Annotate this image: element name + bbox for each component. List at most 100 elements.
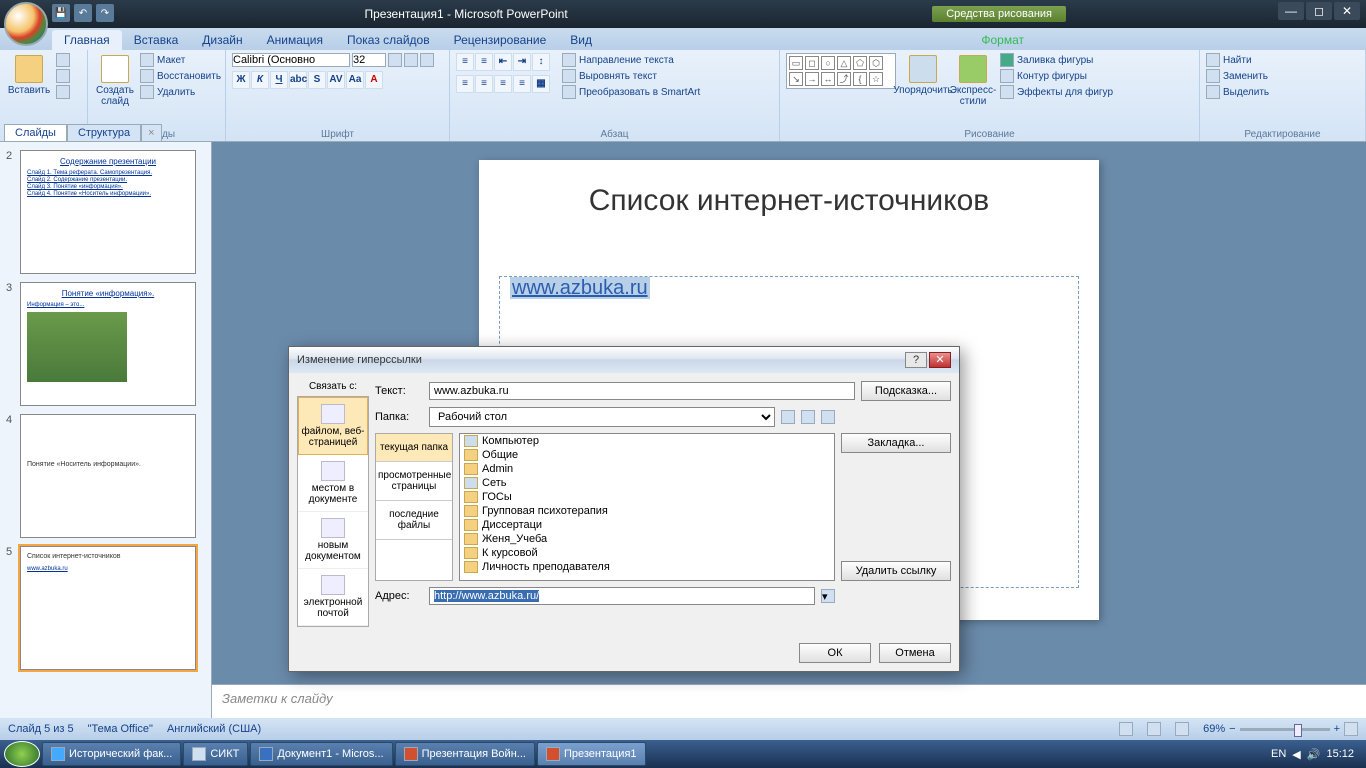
view-normal-icon[interactable] [1119, 722, 1133, 736]
shrink-font-icon[interactable] [404, 53, 418, 67]
align-center-icon[interactable]: ≡ [475, 75, 493, 93]
grow-font-icon[interactable] [388, 53, 402, 67]
shape-fill-button[interactable]: Заливка фигуры [1000, 53, 1113, 67]
outdent-icon[interactable]: ⇤ [494, 53, 512, 71]
office-button[interactable] [4, 2, 48, 46]
thumbnail-3[interactable]: 3 Понятие «информация». Информация – это… [0, 278, 211, 410]
font-name-input[interactable] [232, 53, 350, 67]
link-to-file-web[interactable]: файлом, веб-страницей [298, 397, 368, 455]
smartart-button[interactable]: Преобразовать в SmartArt [562, 85, 700, 99]
tab-slideshow[interactable]: Показ слайдов [335, 30, 442, 50]
tab-animation[interactable]: Анимация [255, 30, 335, 50]
slide-title-text[interactable]: Список интернет-источников [503, 184, 1075, 218]
shape-effects-button[interactable]: Эффекты для фигур [1000, 85, 1113, 99]
qat-save-icon[interactable]: 💾 [52, 4, 70, 22]
italic-button[interactable]: К [251, 71, 269, 89]
font-size-input[interactable] [352, 53, 386, 67]
tab-format[interactable]: Формат [969, 30, 1036, 50]
taskbar-item[interactable]: Исторический фак... [42, 742, 181, 766]
panel-tab-outline[interactable]: Структура [67, 124, 141, 141]
tab-browsed-pages[interactable]: просмотренные страницы [376, 462, 452, 501]
shapes-gallery[interactable]: ▭◻○△⬠⬡ ↘→↔⤴{☆ [786, 53, 896, 89]
tab-current-folder[interactable]: текущая папка [376, 434, 452, 462]
align-text-button[interactable]: Выровнять текст [562, 69, 700, 83]
format-painter-icon[interactable] [56, 85, 70, 99]
tab-insert[interactable]: Вставка [122, 30, 191, 50]
select-button[interactable]: Выделить [1206, 85, 1269, 99]
numbering-icon[interactable]: ≡ [475, 53, 493, 71]
spacing-button[interactable]: AV [327, 71, 345, 89]
panel-tab-slides[interactable]: Слайды [4, 124, 67, 141]
tab-view[interactable]: Вид [558, 30, 604, 50]
tray-lang[interactable]: EN [1271, 748, 1286, 760]
zoom-control[interactable]: 69% −+ [1203, 722, 1358, 736]
taskbar-item[interactable]: Презентация Войн... [395, 742, 535, 766]
tray-clock[interactable]: 15:12 [1326, 748, 1354, 760]
tab-home[interactable]: Главная [52, 30, 122, 50]
thumbnail-2[interactable]: 2 Содержание презентации Слайд 1. Тема р… [0, 146, 211, 278]
replace-button[interactable]: Заменить [1206, 69, 1269, 83]
shape-outline-button[interactable]: Контур фигуры [1000, 69, 1113, 83]
qat-redo-icon[interactable]: ↷ [96, 4, 114, 22]
linespacing-icon[interactable]: ↕ [532, 53, 550, 71]
underline-button[interactable]: Ч [270, 71, 288, 89]
status-language[interactable]: Английский (США) [167, 723, 261, 735]
cut-icon[interactable] [56, 53, 70, 67]
align-left-icon[interactable]: ≡ [456, 75, 474, 93]
align-right-icon[interactable]: ≡ [494, 75, 512, 93]
clear-format-icon[interactable] [420, 53, 434, 67]
delete-slide-button[interactable]: Удалить [140, 85, 221, 99]
browse-web-icon[interactable] [801, 410, 815, 424]
link-to-place[interactable]: местом в документе [298, 455, 368, 512]
minimize-button[interactable]: — [1278, 2, 1304, 20]
cancel-button[interactable]: Отмена [879, 643, 951, 663]
case-button[interactable]: Aa [346, 71, 364, 89]
quick-styles-button[interactable]: Экспресс-стили [950, 53, 996, 109]
taskbar-item-active[interactable]: Презентация1 [537, 742, 646, 766]
view-slideshow-icon[interactable] [1175, 722, 1189, 736]
thumbnail-4[interactable]: 4 Понятие «Носитель информации». [0, 410, 211, 542]
qat-undo-icon[interactable]: ↶ [74, 4, 92, 22]
view-sorter-icon[interactable] [1147, 722, 1161, 736]
text-direction-button[interactable]: Направление текста [562, 53, 700, 67]
ok-button[interactable]: ОК [799, 643, 871, 663]
address-dropdown-icon[interactable]: ▾ [821, 589, 835, 603]
columns-icon[interactable]: ▦ [532, 75, 550, 93]
justify-icon[interactable]: ≡ [513, 75, 531, 93]
maximize-button[interactable]: ◻ [1306, 2, 1332, 20]
tab-design[interactable]: Дизайн [190, 30, 254, 50]
tab-recent-files[interactable]: последние файлы [376, 501, 452, 540]
tray-icon[interactable]: ◀ [1292, 748, 1300, 761]
up-folder-icon[interactable] [781, 410, 795, 424]
folder-select[interactable]: Рабочий стол [429, 407, 775, 427]
address-input[interactable]: http://www.azbuka.ru/ [434, 590, 539, 602]
file-list[interactable]: Компьютер Общие Admin Сеть ГОСы Группова… [459, 433, 835, 581]
shadow-button[interactable]: S [308, 71, 326, 89]
bookmark-button[interactable]: Закладка... [841, 433, 951, 453]
panel-close-icon[interactable]: × [141, 124, 161, 141]
link-to-email[interactable]: электронной почтой [298, 569, 368, 626]
bullets-icon[interactable]: ≡ [456, 53, 474, 71]
tab-review[interactable]: Рецензирование [442, 30, 559, 50]
close-button[interactable]: ✕ [1334, 2, 1360, 20]
reset-button[interactable]: Восстановить [140, 69, 221, 83]
thumbnail-5[interactable]: 5 Список интернет-источников www.azbuka.… [0, 542, 211, 674]
arrange-button[interactable]: Упорядочить [900, 53, 946, 98]
start-button[interactable] [4, 741, 40, 767]
browse-file-icon[interactable] [821, 410, 835, 424]
new-slide-button[interactable]: Создать слайд [94, 53, 136, 109]
dialog-help-icon[interactable]: ? [905, 352, 927, 368]
hyperlink-text[interactable]: www.azbuka.ru [510, 277, 650, 299]
taskbar-item[interactable]: Документ1 - Micros... [250, 742, 392, 766]
paste-button[interactable]: Вставить [6, 53, 52, 98]
dialog-close-icon[interactable]: ✕ [929, 352, 951, 368]
find-button[interactable]: Найти [1206, 53, 1269, 67]
screentip-button[interactable]: Подсказка... [861, 381, 951, 401]
notes-pane[interactable]: Заметки к слайду [212, 684, 1366, 718]
taskbar-item[interactable]: СИКТ [183, 742, 248, 766]
layout-button[interactable]: Макет [140, 53, 221, 67]
indent-icon[interactable]: ⇥ [513, 53, 531, 71]
remove-link-button[interactable]: Удалить ссылку [841, 561, 951, 581]
copy-icon[interactable] [56, 69, 70, 83]
fit-window-icon[interactable] [1344, 722, 1358, 736]
